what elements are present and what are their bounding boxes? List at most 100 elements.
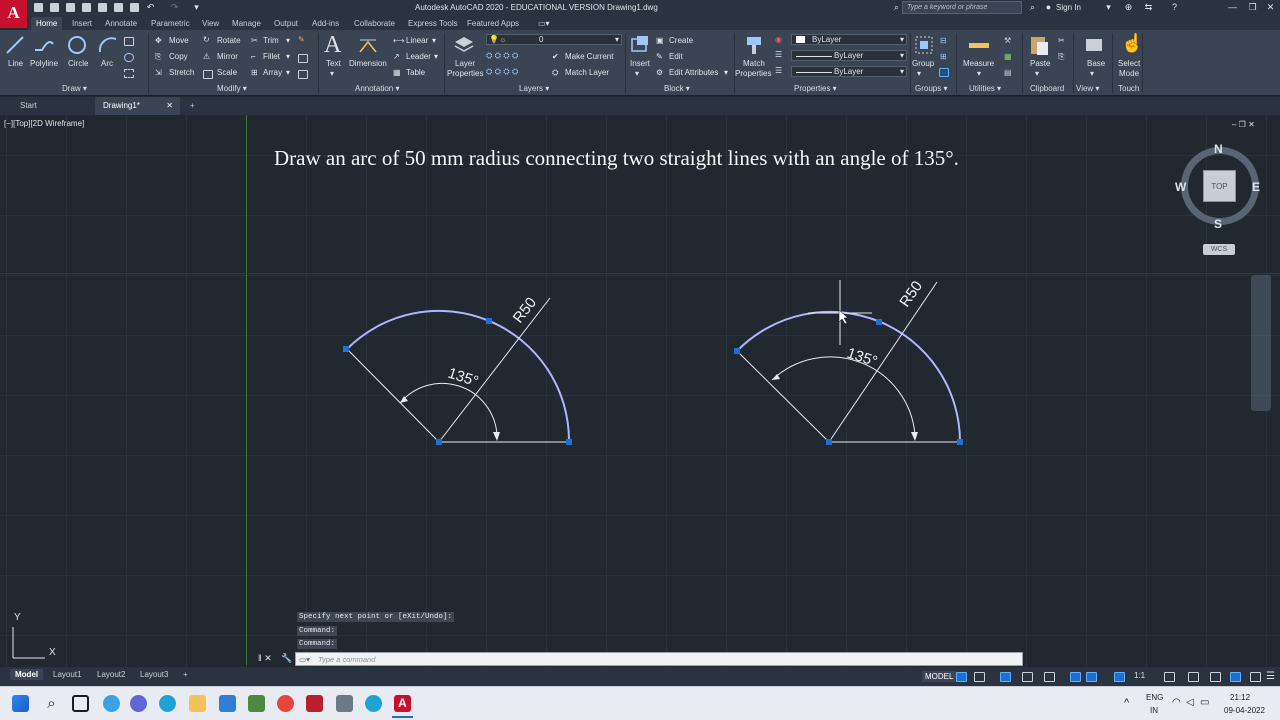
utilities-panel-label[interactable]: Utilities ▾ — [969, 84, 1001, 93]
layer-state-icons[interactable]: ⛭ ⛭ ⛭ ⛭ — [486, 67, 518, 77]
tab-overflow-icon[interactable]: ▭▾ — [533, 17, 555, 30]
modify-panel-label[interactable]: Modify ▾ — [217, 84, 247, 93]
ungroup-icon[interactable]: ⊟ — [940, 36, 947, 45]
dropdown-icon[interactable]: ▾ — [917, 69, 921, 78]
clock-time[interactable]: 21:12 — [1230, 693, 1250, 702]
layers-panel-label[interactable]: Layers ▾ — [519, 84, 549, 93]
paste-button[interactable]: Paste — [1030, 59, 1050, 68]
cart-icon[interactable]: ⊕ — [1124, 3, 1133, 12]
select-mode-icon[interactable]: ☝ — [1121, 33, 1143, 54]
store-icon[interactable] — [248, 695, 265, 712]
file-explorer-icon[interactable] — [189, 695, 206, 712]
open-file-icon[interactable] — [50, 3, 59, 12]
groups-panel-label[interactable]: Groups ▾ — [915, 84, 947, 93]
workspace-gear-icon[interactable] — [1164, 672, 1175, 682]
task-view-icon[interactable] — [72, 695, 89, 712]
layer-properties-label-1[interactable]: Layer — [455, 59, 475, 68]
customization-menu-icon[interactable]: ☰ — [1266, 672, 1277, 682]
region-indicator[interactable]: IN — [1150, 706, 1158, 715]
line-button[interactable]: Line — [8, 59, 23, 68]
base-view-icon[interactable] — [1083, 34, 1105, 56]
layer-dropdown[interactable]: 💡☼ 0 ▾ — [486, 34, 622, 45]
layout-tab-layout3[interactable]: Layout3 — [135, 669, 173, 680]
mirror-button[interactable]: Mirror — [217, 52, 238, 61]
rotate-button[interactable]: Rotate — [217, 36, 241, 45]
boundary-icon[interactable] — [124, 69, 134, 78]
insert-icon[interactable] — [629, 34, 651, 56]
snap-mode-icon[interactable] — [974, 672, 985, 682]
add-layout-icon[interactable]: + — [178, 669, 193, 680]
annotation-visibility-icon[interactable] — [1114, 672, 1125, 682]
draw-panel-label[interactable]: Draw ▾ — [62, 84, 87, 93]
grid-toggle-icon[interactable] — [956, 672, 967, 682]
isodraft-icon[interactable] — [1044, 672, 1055, 682]
measure-button[interactable]: Measure — [963, 59, 994, 68]
dropdown-icon[interactable]: ▾ — [977, 69, 981, 78]
customize-qat-icon[interactable]: ▾ — [192, 3, 201, 12]
clock-date[interactable]: 09-04-2022 — [1224, 706, 1265, 715]
tab-express-tools[interactable]: Express Tools — [403, 17, 463, 30]
group-button[interactable]: Group — [912, 59, 934, 68]
dropdown-icon[interactable]: ▾ — [635, 69, 639, 78]
new-tab-icon[interactable]: + — [182, 97, 203, 115]
app-icon[interactable] — [336, 695, 353, 712]
language-indicator[interactable]: ENG — [1146, 693, 1163, 702]
erase-icon[interactable]: ✎ — [298, 35, 305, 44]
upload-icon[interactable] — [98, 3, 107, 12]
autocad-taskbar-icon[interactable]: A — [394, 695, 411, 712]
polar-icon[interactable] — [1022, 672, 1033, 682]
quick-select-icon[interactable]: ⚒ — [1004, 36, 1011, 45]
layout-tab-layout1[interactable]: Layout1 — [48, 669, 86, 680]
left-grip-start[interactable] — [343, 346, 349, 352]
tab-featured-apps[interactable]: Featured Apps — [462, 17, 524, 30]
touch-panel-label[interactable]: Touch — [1118, 84, 1139, 93]
command-input[interactable]: ▭▾ Type a command — [295, 652, 1023, 666]
tab-parametric[interactable]: Parametric — [146, 17, 195, 30]
annotation-panel-label[interactable]: Annotation ▾ — [355, 84, 400, 93]
help-icon[interactable]: ? — [1170, 3, 1179, 12]
dimension-button[interactable]: Dimension — [349, 59, 387, 68]
left-grip-mid[interactable] — [486, 318, 492, 324]
undo-icon[interactable]: ↶ — [146, 3, 155, 12]
create-block-button[interactable]: Create — [669, 36, 693, 45]
copy-clip-icon[interactable]: ⎘ — [1058, 52, 1064, 62]
linetype-dropdown[interactable]: ByLayer ▾ — [791, 50, 907, 61]
dropdown-icon[interactable]: ▾ — [1035, 69, 1039, 78]
battery-icon[interactable]: ▭ — [1200, 697, 1209, 708]
dropdown-icon[interactable]: ▾ — [1104, 3, 1113, 12]
layout-tab-layout2[interactable]: Layout2 — [92, 669, 130, 680]
tab-output[interactable]: Output — [269, 17, 303, 30]
match-properties-icon[interactable] — [743, 34, 765, 56]
chrome-icon[interactable] — [277, 695, 294, 712]
tab-manage[interactable]: Manage — [227, 17, 266, 30]
windows-start-icon[interactable] — [12, 695, 29, 712]
insert-button[interactable]: Insert — [630, 59, 650, 68]
close-icon[interactable]: ✕ — [1266, 3, 1275, 12]
plot-icon[interactable] — [130, 3, 139, 12]
left-grip-end[interactable] — [566, 439, 572, 445]
dropdown-icon[interactable]: ▾ — [432, 36, 436, 45]
new-file-icon[interactable] — [34, 3, 43, 12]
mendeley-icon[interactable] — [306, 695, 323, 712]
right-grip-center[interactable] — [826, 439, 832, 445]
start-tab[interactable]: Start — [12, 97, 45, 115]
command-customize-icon[interactable]: 🔧 — [281, 653, 292, 664]
dropdown-icon[interactable]: ▾ — [286, 36, 290, 45]
annotation-monitor-icon[interactable] — [1188, 672, 1199, 682]
object-snap-icon[interactable] — [1086, 672, 1097, 682]
color-dropdown[interactable]: ByLayer ▾ — [791, 34, 907, 45]
share-icon[interactable] — [114, 3, 123, 12]
offset-icon[interactable] — [298, 70, 308, 79]
edit-block-button[interactable]: Edit — [669, 52, 683, 61]
redo-icon[interactable]: ↷ — [170, 3, 179, 12]
model-space-toggle[interactable]: MODEL — [922, 671, 957, 682]
trim-button[interactable]: Trim — [263, 36, 279, 45]
base-button[interactable]: Base — [1087, 59, 1105, 68]
command-close-icon[interactable]: ‖ ✕ — [258, 653, 272, 664]
move-button[interactable]: Move — [169, 36, 189, 45]
right-grip-mid[interactable] — [876, 319, 882, 325]
layout-tab-model[interactable]: Model — [10, 669, 44, 680]
layer-properties-icon[interactable] — [453, 34, 475, 56]
tab-collaborate[interactable]: Collaborate — [349, 17, 400, 30]
layer-tools-icons[interactable]: ⛭ ⛭ ⛭ ⛭ — [486, 51, 518, 61]
